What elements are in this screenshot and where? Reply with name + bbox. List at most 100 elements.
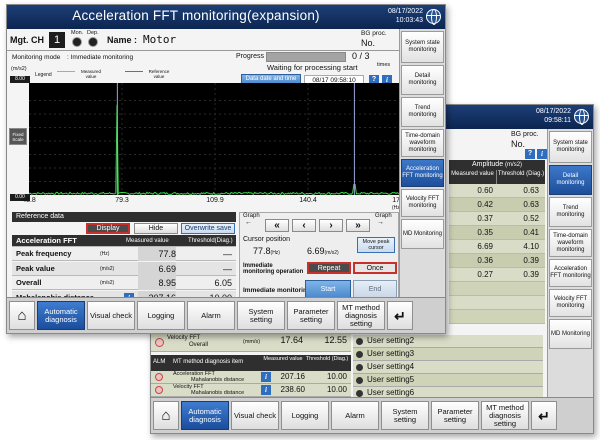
info-icon[interactable]: i bbox=[537, 149, 547, 159]
mt-row: Velocity FFT Mahalanobis distance i 238.60 1… bbox=[151, 384, 351, 397]
monitoring-sidebar: System state monitoring Detail monitoring… bbox=[547, 129, 593, 397]
side-button-2[interactable]: Trend monitoring bbox=[549, 197, 592, 227]
table-row: 0.42 0.63 bbox=[449, 198, 545, 212]
setting-dot-icon bbox=[356, 364, 363, 371]
side-button-0[interactable]: System state monitoring bbox=[549, 131, 592, 163]
side-button-4[interactable]: Acceleration FFT monitoring bbox=[549, 259, 592, 287]
return-icon[interactable]: ↵ bbox=[387, 301, 413, 330]
bottom-button-1[interactable]: Visual check bbox=[231, 401, 279, 430]
user-setting-item[interactable]: User setting2 bbox=[353, 335, 543, 348]
table-row: 0.27 0.39 bbox=[449, 268, 545, 282]
home-icon[interactable]: ⌂ bbox=[153, 401, 179, 430]
bottom-button-6[interactable]: MT method diagnosis setting bbox=[337, 301, 385, 330]
bottom-button-3[interactable]: Alarm bbox=[187, 301, 235, 330]
language-globe-icon[interactable] bbox=[426, 9, 441, 25]
cursor-nav-button-2[interactable]: › bbox=[319, 219, 343, 232]
x-tick-label: 140.4 bbox=[299, 197, 317, 204]
monitoring-sidebar: System state monitoring Detail monitoring… bbox=[399, 29, 445, 297]
user-setting-item[interactable]: User setting4 bbox=[353, 361, 543, 374]
side-button-1[interactable]: Detail monitoring bbox=[401, 65, 444, 95]
acceleration-fft-expansion-screen: Acceleration FFT monitoring(expansion) 0… bbox=[6, 4, 446, 334]
legend-reference-swatch bbox=[125, 71, 143, 72]
dep-status-lamp bbox=[88, 37, 98, 47]
display-button[interactable]: Display bbox=[86, 223, 130, 234]
fixed-scale-button[interactable]: Fixed Scale bbox=[9, 128, 27, 145]
empty-row bbox=[449, 310, 545, 324]
alarm-indicator-icon bbox=[155, 386, 163, 394]
table-row: Peak frequency (Hz) 77.8— bbox=[12, 247, 236, 261]
side-button-1[interactable]: Detail monitoring bbox=[549, 165, 592, 195]
hide-button[interactable]: Hide bbox=[134, 223, 178, 234]
help-icon[interactable]: ? bbox=[525, 149, 535, 159]
user-setting-item[interactable]: User setting5 bbox=[353, 374, 543, 387]
amplitude-table: Amplitude (m/s2) Measured value Threshol… bbox=[449, 160, 545, 324]
bottom-button-2[interactable]: Logging bbox=[137, 301, 185, 330]
bottom-button-0[interactable]: Automatic diagnosis bbox=[181, 401, 229, 430]
bottom-button-0[interactable]: Automatic diagnosis bbox=[37, 301, 85, 330]
table-row: 0.36 0.39 bbox=[449, 254, 545, 268]
screen-title: Acceleration FFT monitoring(expansion) bbox=[72, 8, 320, 23]
fft-spectrum-chart[interactable] bbox=[29, 83, 401, 195]
imm-operation-label: Immediate monitoring operation bbox=[243, 263, 304, 275]
side-button-5[interactable]: Velocity FFT monitoring bbox=[401, 189, 444, 217]
graph-left-arrow-icon[interactable]: ← bbox=[245, 219, 252, 226]
side-button-3[interactable]: Time-domain waveform monitoring bbox=[401, 129, 444, 157]
x-tick-label: 79.3 bbox=[115, 197, 129, 204]
mt-table-header: ALM MT method diagnosis item Measured va… bbox=[151, 355, 351, 371]
once-button[interactable]: Once bbox=[353, 262, 397, 274]
bottom-button-5[interactable]: Parameter setting bbox=[431, 401, 479, 430]
language-globe-icon[interactable] bbox=[574, 109, 589, 125]
repeat-button[interactable]: Repeat bbox=[307, 262, 351, 274]
cursor-nav-button-1[interactable]: ‹ bbox=[292, 219, 316, 232]
mgt-ch-value[interactable]: 1 bbox=[49, 32, 65, 48]
bottom-button-3[interactable]: Alarm bbox=[331, 401, 379, 430]
legend-measured-swatch bbox=[57, 71, 75, 72]
cursor-nav-button-3[interactable]: » bbox=[346, 219, 370, 232]
user-setting-item[interactable]: User setting3 bbox=[353, 348, 543, 361]
cursor-position-label: Cursor position bbox=[243, 236, 291, 243]
move-peak-cursor-button[interactable]: Move peak cursor bbox=[357, 237, 395, 253]
table-row: 6.69 4.10 bbox=[449, 240, 545, 254]
info-icon[interactable]: i bbox=[261, 385, 271, 395]
bottom-nav: ⌂ Automatic diagnosis Visual check Logging A… bbox=[151, 397, 593, 433]
unit-label: (m/s2) bbox=[11, 66, 27, 72]
bottom-button-4[interactable]: System setting bbox=[237, 301, 285, 330]
table-row: Peak value (m/s2) 6.69— bbox=[12, 261, 236, 276]
setting-dot-icon bbox=[356, 338, 363, 345]
setting-dot-icon bbox=[356, 390, 363, 397]
side-button-5[interactable]: Velocity FFT monitoring bbox=[549, 289, 592, 317]
side-button-4[interactable]: Acceleration FFT monitoring bbox=[401, 159, 444, 187]
side-button-3[interactable]: Time-domain waveform monitoring bbox=[549, 229, 592, 257]
measured-header: Measured value bbox=[449, 170, 497, 184]
y-max-label: 8.00 bbox=[10, 76, 30, 83]
bottom-button-4[interactable]: System setting bbox=[381, 401, 429, 430]
return-icon[interactable]: ↵ bbox=[531, 401, 557, 430]
empty-row bbox=[449, 296, 545, 310]
setting-dot-icon bbox=[356, 377, 363, 384]
waiting-status: Waiting for processing start bbox=[267, 63, 358, 72]
empty-row bbox=[449, 282, 545, 296]
info-icon[interactable]: i bbox=[261, 372, 271, 382]
bottom-button-6[interactable]: MT method diagnosis setting bbox=[481, 401, 529, 430]
cursor-freq: 77.8(Hz) bbox=[253, 246, 280, 256]
cursor-amp: 6.69(m/s2) bbox=[307, 246, 339, 256]
progress-count: 0 / 3 bbox=[352, 51, 370, 61]
home-icon[interactable]: ⌂ bbox=[9, 301, 35, 330]
side-button-0[interactable]: System state monitoring bbox=[401, 31, 444, 63]
bottom-button-2[interactable]: Logging bbox=[281, 401, 329, 430]
bottom-button-5[interactable]: Parameter setting bbox=[287, 301, 335, 330]
bottom-button-1[interactable]: Visual check bbox=[87, 301, 135, 330]
side-button-6[interactable]: MD Monitoring bbox=[549, 319, 592, 349]
graph-right-arrow-icon[interactable]: → bbox=[377, 219, 384, 226]
monitoring-mode-label: Monitoring mode bbox=[12, 54, 61, 61]
bottom-nav: ⌂ Automatic diagnosis Visual check Logging A… bbox=[7, 297, 445, 333]
reference-table-header: Acceleration FFT Measured value Threshol… bbox=[12, 235, 236, 247]
bg-proc-label: BG proc. bbox=[361, 30, 387, 37]
bg-proc-label: BG proc. bbox=[511, 131, 539, 138]
side-button-6[interactable]: MD Monitoring bbox=[401, 219, 444, 249]
table-row: 0.37 0.52 bbox=[449, 212, 545, 226]
cursor-nav-button-0[interactable]: « bbox=[265, 219, 289, 232]
datetime: 08/17/2022 10:03:43 bbox=[387, 8, 423, 24]
overwrite-save-button[interactable]: Overwrite save bbox=[181, 223, 235, 234]
side-button-2[interactable]: Trend monitoring bbox=[401, 97, 444, 127]
